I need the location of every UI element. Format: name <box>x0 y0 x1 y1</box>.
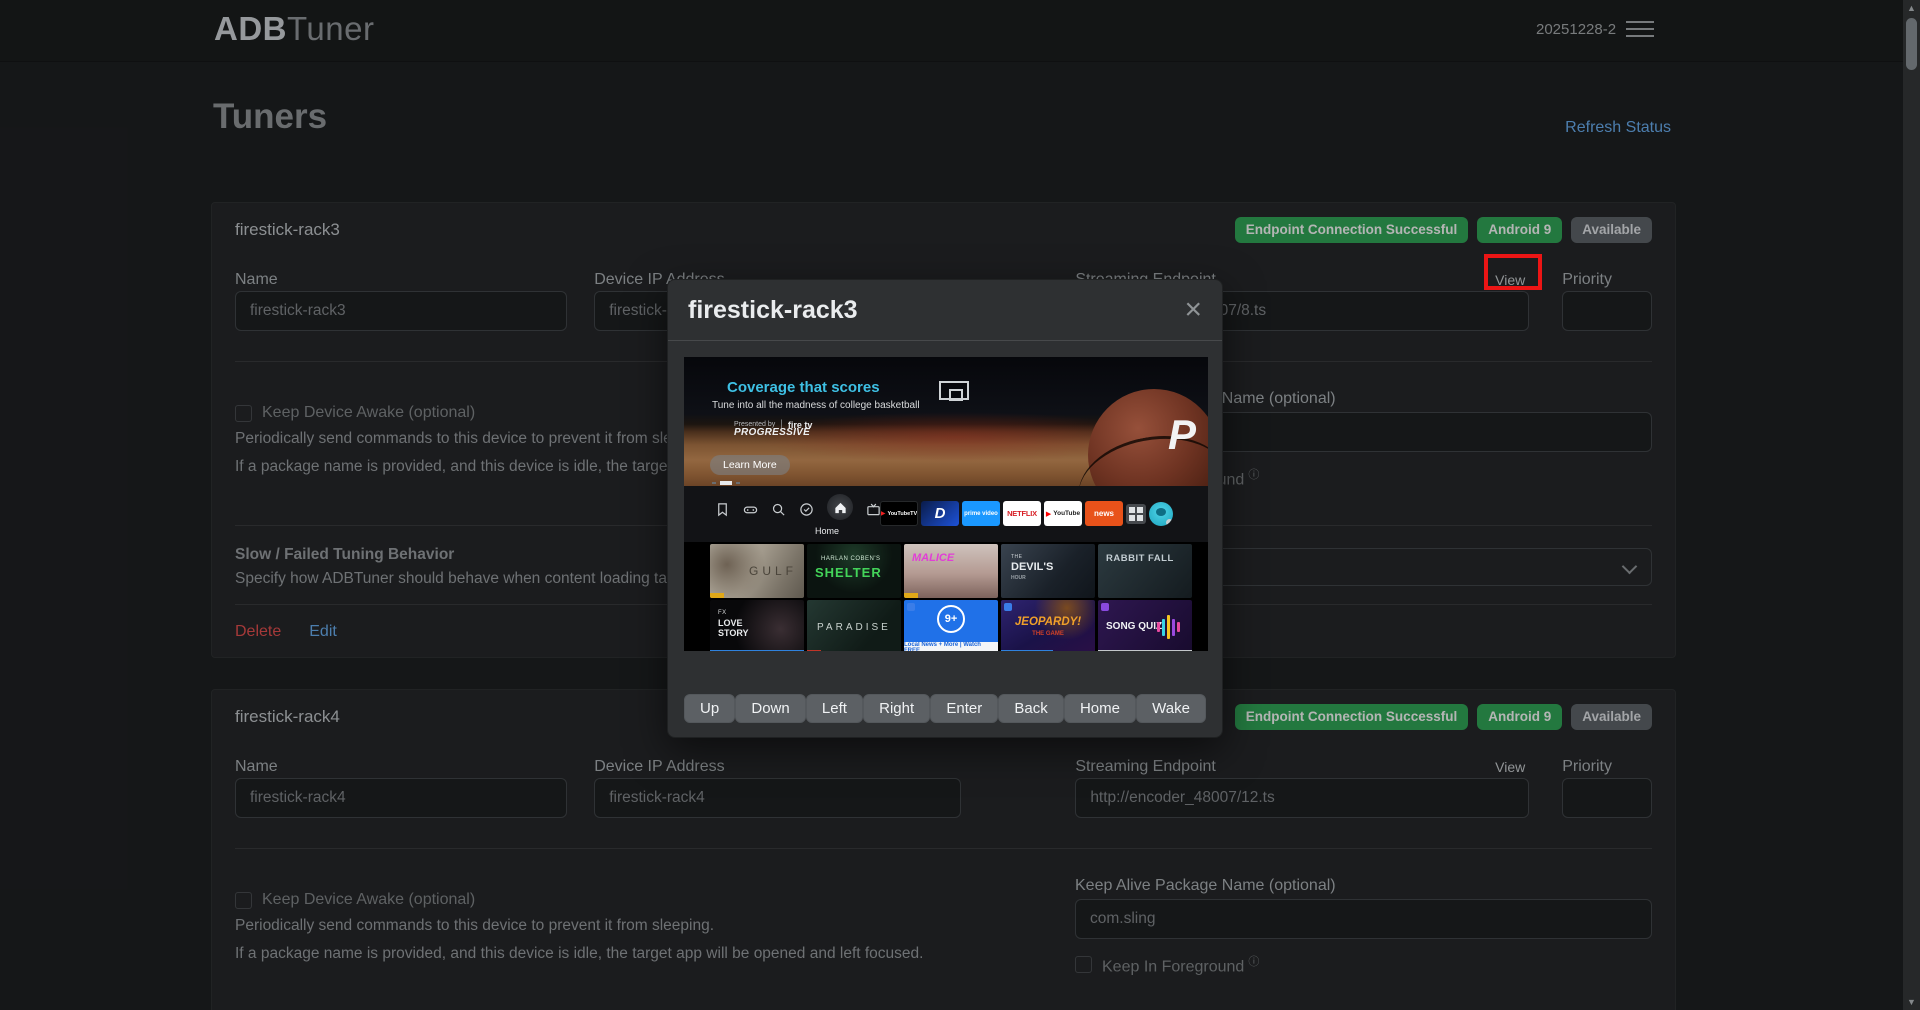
firetv-nav-bar: Home ▶YouTubeTV D prime video NETFLIX ▶Y… <box>684 486 1208 542</box>
prime-video-app-tile: prime video <box>962 501 1000 526</box>
remote-left-button[interactable]: Left <box>806 694 863 723</box>
view-button-highlight <box>1484 254 1542 290</box>
apps-grid-icon <box>1126 504 1146 524</box>
poster-paradise: PARADISE <box>807 600 901 651</box>
poster-shelter: HARLAN COBEN'SSHELTER <box>807 544 901 598</box>
close-icon[interactable]: × <box>1184 295 1202 325</box>
hero-sponsor-row: Presented by PROGRESSIVE | fire tv <box>734 419 812 430</box>
remote-button-row: Up Down Left Right Enter Back Home Wake <box>684 694 1206 723</box>
home-icon-highlight <box>827 494 853 520</box>
check-circle-icon <box>799 502 814 517</box>
poster-song-quiz: SONG QUIZ <box>1098 600 1192 651</box>
poster-malice: MALICE <box>904 544 998 598</box>
device-screenshot: Coverage that scores Tune into all the m… <box>684 357 1208 651</box>
remote-down-button[interactable]: Down <box>735 694 805 723</box>
poster-nine-plus: 9+Local News + More | Watch FREE <box>904 600 998 651</box>
firetv-content-row-2: FXLOVE STORY PARADISE 9+Local News + Mor… <box>710 600 1208 651</box>
basketball: P <box>1088 389 1208 486</box>
youtube-app-tile: ▶YouTube <box>1044 501 1082 526</box>
progressive-logo: PROGRESSIVE <box>734 427 810 430</box>
netflix-app-tile: NETFLIX <box>1003 501 1041 526</box>
hero-title: Coverage that scores <box>727 379 880 396</box>
poster-gulf: GULF <box>710 544 804 598</box>
page-scrollbar[interactable]: ▲ ▼ <box>1903 0 1920 1010</box>
carousel-dots <box>712 481 740 485</box>
basketball-hoop <box>939 381 969 400</box>
hero-subtitle: Tune into all the madness of college bas… <box>712 400 920 411</box>
search-icon <box>771 502 786 517</box>
youtubetv-app-tile: ▶YouTubeTV <box>880 501 918 526</box>
firetv-hero-banner: Coverage that scores Tune into all the m… <box>684 357 1208 486</box>
poster-devils-hour: THEDEVIL'SHOUR <box>1001 544 1095 598</box>
scroll-down-arrow[interactable]: ▼ <box>1903 997 1920 1007</box>
poster-love-story: FXLOVE STORY <box>710 600 804 651</box>
modal-title: firestick-rack3 <box>688 296 858 325</box>
scroll-up-arrow[interactable]: ▲ <box>1903 3 1920 13</box>
scrollbar-thumb[interactable] <box>1906 18 1917 70</box>
remote-back-button[interactable]: Back <box>998 694 1063 723</box>
home-icon <box>833 500 848 515</box>
firetv-content-row-1: GULF HARLAN COBEN'SSHELTER MALICE THEDEV… <box>710 544 1208 598</box>
profile-avatar <box>1149 502 1173 526</box>
remote-wake-button[interactable]: Wake <box>1136 694 1206 723</box>
remote-home-button[interactable]: Home <box>1064 694 1136 723</box>
device-view-modal: firestick-rack3 × Coverage that scores T… <box>667 279 1223 738</box>
remote-enter-button[interactable]: Enter <box>930 694 998 723</box>
directv-app-tile: D <box>921 501 959 526</box>
remote-up-button[interactable]: Up <box>684 694 735 723</box>
home-nav-label: Home <box>815 526 839 536</box>
poster-rabbit-fall: RABBIT FALL <box>1098 544 1192 598</box>
bookmark-icon <box>715 502 730 517</box>
live-tv-icon <box>866 502 881 517</box>
poster-jeopardy: JEOPARDY!THE GAME <box>1001 600 1095 651</box>
game-controller-icon <box>743 502 758 517</box>
firetv-app-row: ▶YouTubeTV D prime video NETFLIX ▶YouTub… <box>880 501 1173 526</box>
remote-right-button[interactable]: Right <box>863 694 930 723</box>
news-app-tile: news <box>1085 501 1123 526</box>
learn-more-button: Learn More <box>710 455 790 475</box>
